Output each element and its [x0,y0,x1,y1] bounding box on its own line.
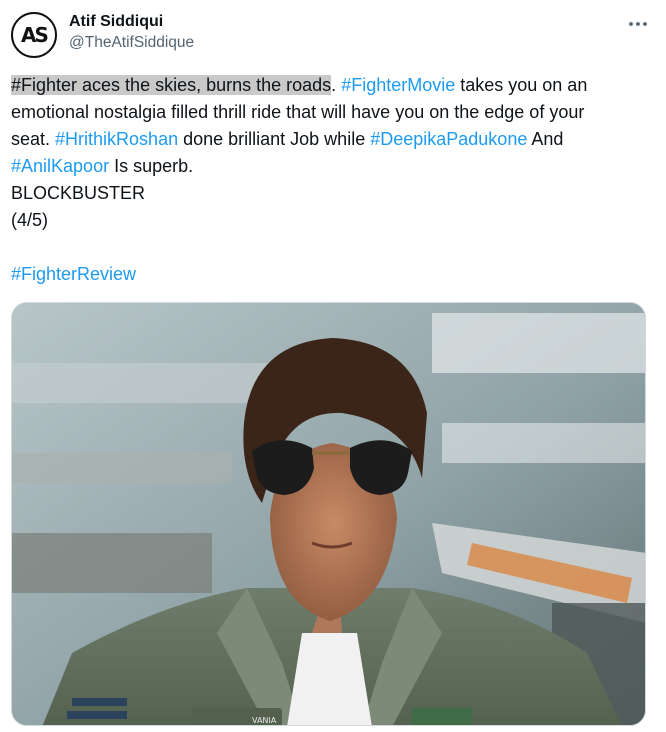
tweet-line-6: (4/5) [11,210,49,230]
avatar-monogram: AS [21,23,49,47]
hashtag-deepikapadukone[interactable]: #DeepikaPadukone [370,129,527,149]
hashtag-fighterreview[interactable]: #FighterReview [11,264,136,284]
tweet-line-2: emotional nostalgia filled thrill ride t… [11,102,585,122]
tweet-line-1: #Fighter aces the skies, burns the roads… [11,72,656,99]
more-horizontal-icon [629,22,647,26]
text-fragment: And [527,129,564,149]
avatar[interactable]: AS [11,12,57,58]
more-options-button[interactable] [626,14,650,34]
hashtag-fightermovie[interactable]: #FighterMovie [341,75,455,95]
tweet-media-photo[interactable]: VANIA [11,302,646,726]
jacket-badge-text: VANIA [252,716,277,725]
tweet-text: #Fighter aces the skies, burns the roads… [11,72,656,288]
text-fragment: takes you on an [455,75,588,95]
tweet-line-5: BLOCKBUSTER [11,183,146,203]
text-fragment: done brilliant Job while [178,129,371,149]
highlighted-text: #Fighter aces the skies, burns the roads [11,75,332,95]
tweet-line-8: #FighterReview [11,261,656,288]
tweet-header: Atif Siddiqui @TheAtifSiddique [69,12,194,54]
tweet-line-3: seat. #HrithikRoshan done brilliant Job … [11,126,656,153]
hashtag-anilkapoor[interactable]: #AnilKapoor [11,156,109,176]
user-handle[interactable]: @TheAtifSiddique [69,32,194,54]
photo-man-aviator-sunglasses: VANIA [12,303,645,725]
text-fragment: Is superb. [109,156,194,176]
hashtag-hrithikroshan[interactable]: #HrithikRoshan [55,129,178,149]
text-fragment: . [331,75,342,95]
tweet: AS Atif Siddiqui @TheAtifSiddique #Fight… [0,0,666,732]
text-fragment: seat. [11,129,56,149]
tweet-line-4: #AnilKapoor Is superb. [11,153,656,180]
display-name[interactable]: Atif Siddiqui [69,12,194,32]
